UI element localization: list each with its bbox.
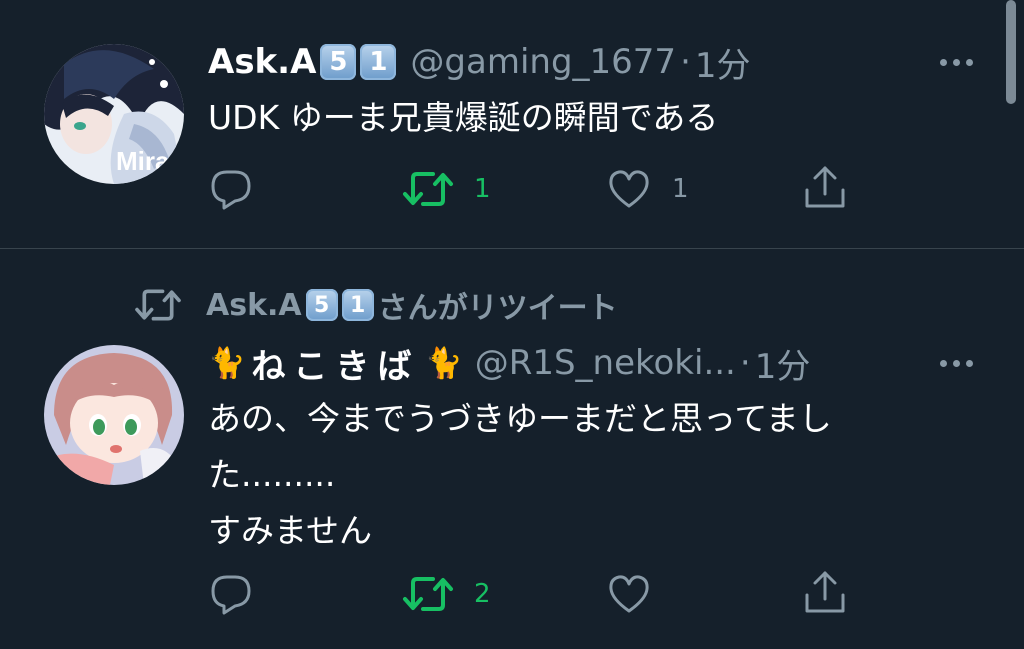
like-button[interactable] [606,571,652,617]
reply-icon [211,170,251,210]
handle[interactable]: @R1S_nekoki... [475,343,736,383]
retweet-count: 1 [474,174,491,204]
share-button[interactable] [802,164,848,212]
timestamp[interactable]: 1分 [755,339,811,388]
reply-button[interactable] [208,166,254,212]
tweet-header: 🐈 ねこきば 🐈 @R1S_nekoki... · 1分 [208,339,810,387]
more-icon[interactable] [934,52,978,72]
like-icon [609,170,649,208]
retweet-count: 2 [474,579,491,609]
like-count: 1 [672,174,689,204]
reply-button[interactable] [208,571,254,617]
tweet-text: あの、今までうづきゆーまだと思ってまし た......... すみません [208,391,968,559]
tweet-text-line: あの、今までうづきゆーまだと思ってまし [208,399,832,438]
avatar-text: Mira [116,146,170,176]
share-button[interactable] [802,569,848,617]
badge: 1 [360,44,397,80]
separator: · [739,343,751,383]
tweet-text-line: すみません [208,511,373,550]
cat-emoji: 🐈 [425,345,463,381]
retweet-icon [403,172,453,206]
avatar[interactable]: Mira [44,44,184,184]
tweet-1[interactable]: Mira Ask.A 5 1 @gaming_1677 · 1分 UDK ゆーま… [0,0,1024,248]
like-button[interactable]: 1 [606,166,689,212]
tweet-header: Ask.A 5 1 @gaming_1677 · 1分 [208,38,751,86]
display-name[interactable]: Ask.A [208,42,316,82]
tweet-text-line: た......... [208,455,336,494]
handle[interactable]: @gaming_1677 [410,42,676,82]
share-icon [805,571,845,613]
separator: · [680,42,691,82]
timestamp[interactable]: 1分 [695,38,751,87]
retweet-button[interactable]: 2 [402,571,491,617]
retweet-icon [403,577,453,611]
retweet-button[interactable]: 1 [402,166,491,212]
more-icon[interactable] [934,353,978,373]
cat-emoji: 🐈 [208,345,246,381]
reply-icon [211,575,251,615]
display-name[interactable]: ねこきば [251,339,419,388]
avatar[interactable] [44,345,184,485]
tweet-2[interactable]: 🐈 ねこきば 🐈 @R1S_nekoki... · 1分 あの、今までうづきゆー… [0,249,1024,649]
share-icon [805,166,845,208]
like-icon [609,575,649,613]
tweet-text: UDK ゆーま兄貴爆誕の瞬間である [208,98,719,137]
badge: 5 [320,44,357,80]
